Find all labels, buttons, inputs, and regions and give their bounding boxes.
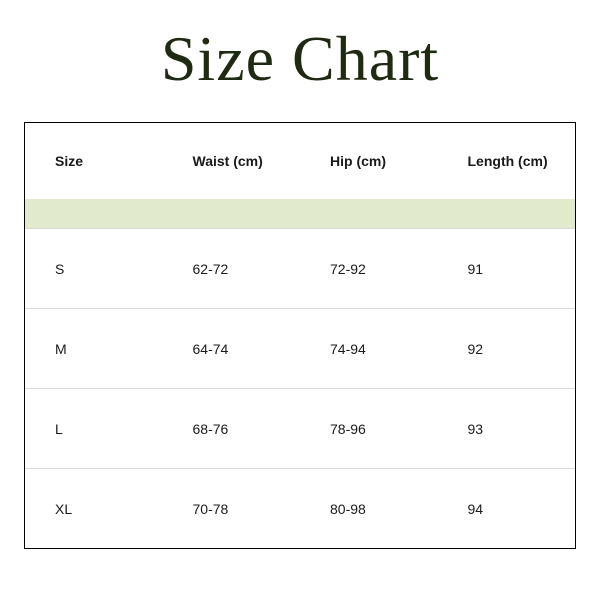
cell-hip: 72-92 (300, 261, 438, 277)
cell-hip: 78-96 (300, 421, 438, 437)
cell-hip: 80-98 (300, 501, 438, 517)
col-header-waist: Waist (cm) (163, 153, 301, 169)
cell-size: S (25, 261, 163, 277)
cell-waist: 62-72 (163, 261, 301, 277)
table-row: S 62-72 72-92 91 (25, 229, 575, 309)
page-title: Size Chart (161, 22, 439, 96)
table-row: XL 70-78 80-98 94 (25, 469, 575, 549)
accent-divider (25, 199, 575, 229)
cell-size: L (25, 421, 163, 437)
cell-waist: 64-74 (163, 341, 301, 357)
cell-size: M (25, 341, 163, 357)
col-header-size: Size (25, 153, 163, 169)
table-header-row: Size Waist (cm) Hip (cm) Length (cm) (25, 123, 575, 199)
cell-length: 91 (438, 261, 576, 277)
table-row: L 68-76 78-96 93 (25, 389, 575, 469)
cell-waist: 70-78 (163, 501, 301, 517)
cell-hip: 74-94 (300, 341, 438, 357)
cell-size: XL (25, 501, 163, 517)
cell-waist: 68-76 (163, 421, 301, 437)
col-header-hip: Hip (cm) (300, 153, 438, 169)
cell-length: 94 (438, 501, 576, 517)
cell-length: 92 (438, 341, 576, 357)
table-row: M 64-74 74-94 92 (25, 309, 575, 389)
size-chart-table: Size Waist (cm) Hip (cm) Length (cm) S 6… (24, 122, 576, 549)
col-header-length: Length (cm) (438, 153, 576, 169)
cell-length: 93 (438, 421, 576, 437)
